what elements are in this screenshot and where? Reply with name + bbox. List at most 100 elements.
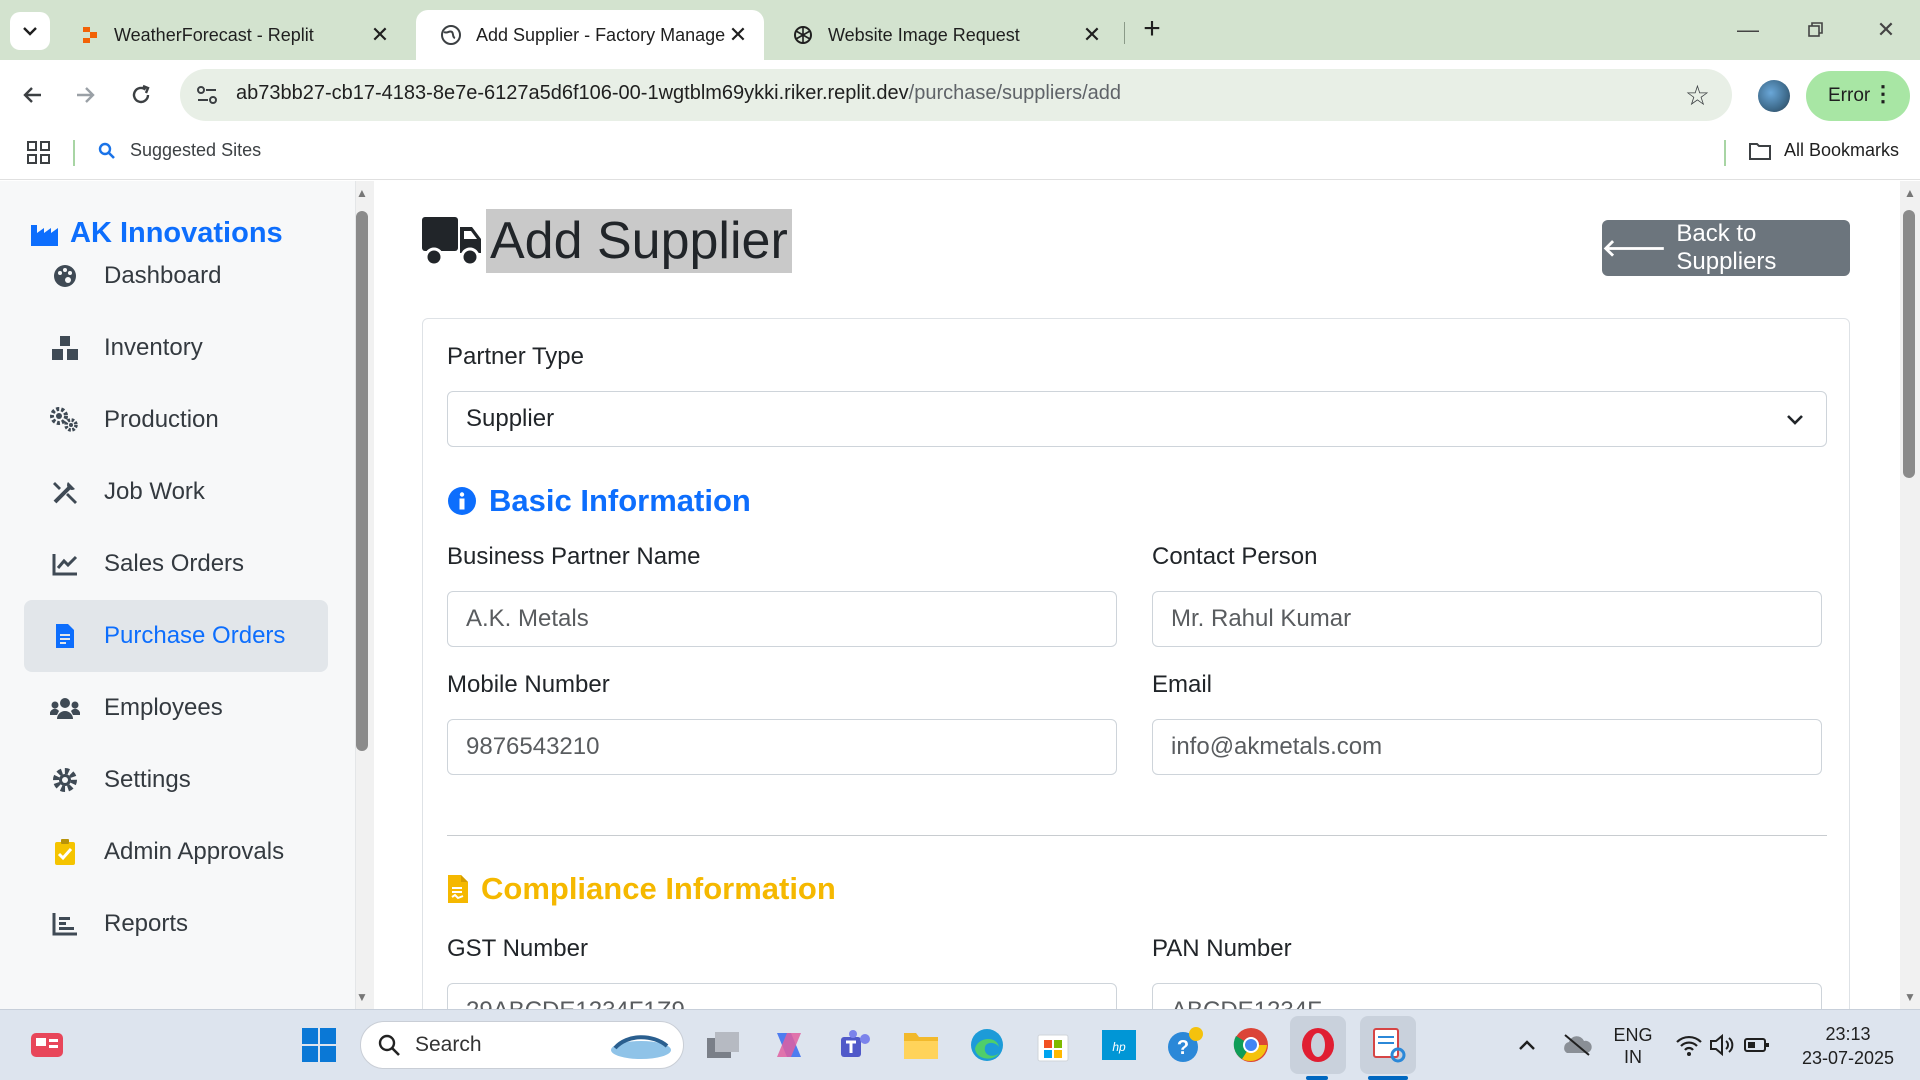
language-indicator[interactable]: ENG IN [1610,1024,1656,1068]
svg-text:?: ? [1177,1037,1189,1059]
arrow-left-icon: 🡐 [1602,235,1667,262]
sidebar-item-label: Employees [104,694,223,721]
chevron-up-icon[interactable] [1506,1024,1548,1066]
sidebar-item-settings[interactable]: Settings [24,744,328,816]
apps-grid-icon[interactable] [26,140,52,166]
bookmark-divider [73,140,75,166]
business-partner-name-input[interactable]: A.K. Metals [447,591,1117,647]
sidebar-item-inventory[interactable]: Inventory [24,312,328,384]
close-window-button[interactable]: ✕ [1866,14,1906,46]
sidebar-item-label: Purchase Orders [104,622,286,649]
main-content: Add Supplier 🡐 Back to Suppliers Partner… [374,181,1900,1009]
folder-icon [1749,142,1771,160]
sidebar-scrollbar-thumb[interactable] [356,211,368,751]
quick-settings-button[interactable] [1668,1024,1778,1066]
pan-number-label: PAN Number [1152,935,1292,962]
sidebar-item-sales-orders[interactable]: Sales Orders [24,528,328,600]
back-to-suppliers-button[interactable]: 🡐 Back to Suppliers [1602,220,1850,276]
myhp-icon[interactable]: hp [1098,1024,1140,1066]
profile-avatar[interactable] [1758,80,1790,112]
scroll-up-arrow-icon[interactable]: ▲ [356,186,368,200]
chrome-icon[interactable] [1230,1024,1272,1066]
edge-browser-icon[interactable] [966,1024,1008,1066]
teams-icon[interactable] [834,1024,876,1066]
new-tab-button[interactable]: + [1138,14,1166,46]
site-settings-icon[interactable] [194,82,220,108]
scroll-up-arrow-icon[interactable]: ▲ [1904,186,1916,200]
mobile-number-input[interactable]: 9876543210 [447,719,1117,775]
replit-icon [83,27,97,43]
snipping-tool-icon[interactable] [1360,1016,1416,1074]
compliance-information-heading: Compliance Information [447,871,836,907]
scroll-down-arrow-icon[interactable]: ▼ [1904,990,1916,1004]
microsoft-store-icon[interactable] [1032,1024,1074,1066]
close-icon[interactable]: ✕ [726,22,750,47]
reload-icon [132,84,150,104]
gst-number-input[interactable]: 29ABCDE1234F1Z9 [447,983,1117,1009]
profile-status-text: Error [1828,85,1871,106]
input-placeholder: A.K. Metals [466,605,589,632]
partner-type-select[interactable]: Supplier [447,391,1827,447]
close-icon[interactable]: ✕ [1080,22,1104,47]
arrow-right-icon [77,87,95,103]
users-icon [50,693,80,723]
widgets-icon[interactable] [26,1024,68,1066]
windows-start-icon[interactable] [298,1024,340,1066]
forward-nav-button[interactable] [66,76,104,114]
taskbar-search-box[interactable]: Search [360,1021,684,1069]
language-line-1: ENG [1613,1025,1653,1045]
browser-tab-add-supplier[interactable]: Add Supplier - Factory Management ✕ [416,10,764,60]
tab-title: Website Image Request [828,24,1020,45]
sidebar-item-label: Inventory [104,334,203,361]
opera-icon[interactable] [1290,1016,1346,1074]
sidebar-item-employees[interactable]: Employees [24,672,328,744]
sidebar-item-production[interactable]: Production [24,384,328,456]
opera-active-indicator [1306,1076,1328,1080]
bookmark-star-icon[interactable]: ☆ [1685,79,1710,112]
arrow-left-icon [23,87,41,103]
contact-person-input[interactable]: Mr. Rahul Kumar [1152,591,1822,647]
minimize-button[interactable]: — [1728,14,1768,46]
boxes-icon [50,333,80,363]
sidebar-item-purchase-orders[interactable]: Purchase Orders [24,600,328,672]
back-nav-button[interactable] [14,76,52,114]
input-placeholder: info@akmetals.com [1171,733,1383,760]
browser-tab-website-image-request[interactable]: Website Image Request ✕ [768,10,1118,60]
svg-text:hp: hp [1112,1040,1126,1054]
clock-time: 23:13 [1825,1024,1871,1044]
copilot-icon[interactable] [768,1024,810,1066]
mobile-number-label: Mobile Number [447,671,610,698]
sidebar-item-job-work[interactable]: Job Work [24,456,328,528]
system-clock[interactable]: 23:13 23-07-2025 [1796,1022,1900,1070]
sidebar-item-reports[interactable]: Reports [24,888,328,960]
help-icon[interactable]: ? [1164,1024,1206,1066]
contact-person-label: Contact Person [1152,543,1318,570]
search-placeholder: Search [415,1033,482,1056]
file-explorer-icon[interactable] [900,1024,942,1066]
reload-button[interactable] [122,76,160,114]
tools-icon [50,477,80,507]
task-view-icon[interactable] [702,1024,744,1066]
all-bookmarks-button[interactable]: All Bookmarks [1748,140,1899,161]
restore-button[interactable] [1796,14,1836,46]
address-bar[interactable]: ab73bb27-cb17-4183-8e7e-6127a5d6f106-00-… [180,69,1732,121]
more-vert-icon[interactable]: ⋮ [1872,83,1894,105]
input-placeholder: 29ABCDE1234F1Z9 [466,997,685,1009]
sidebar-item-label: Admin Approvals [104,838,285,865]
scroll-down-arrow-icon[interactable]: ▼ [356,990,368,1004]
sidebar-item-admin-approvals[interactable]: Admin Approvals [24,816,328,888]
sidebar-item-label: Reports [104,910,189,937]
url-host: ab73bb27-cb17-4183-8e7e-6127a5d6f106-00-… [236,82,909,104]
pan-number-input[interactable]: ABCDE1234F [1152,983,1822,1009]
sidebar-item-dashboard[interactable]: Dashboard [24,240,328,312]
browser-tab-weatherforecast[interactable]: WeatherForecast - Replit ✕ [56,10,406,60]
onedrive-offline-icon[interactable] [1556,1024,1598,1066]
bookmark-suggested-sites[interactable]: Suggested Sites [98,140,261,161]
bookmark-label: Suggested Sites [130,140,262,160]
email-input[interactable]: info@akmetals.com [1152,719,1822,775]
tab-search-button[interactable] [10,12,50,50]
profile-error-button[interactable]: Error ⋮ [1806,71,1910,121]
main-scrollbar-thumb[interactable] [1903,210,1915,478]
gear-icon [50,765,80,795]
close-icon[interactable]: ✕ [368,22,392,47]
